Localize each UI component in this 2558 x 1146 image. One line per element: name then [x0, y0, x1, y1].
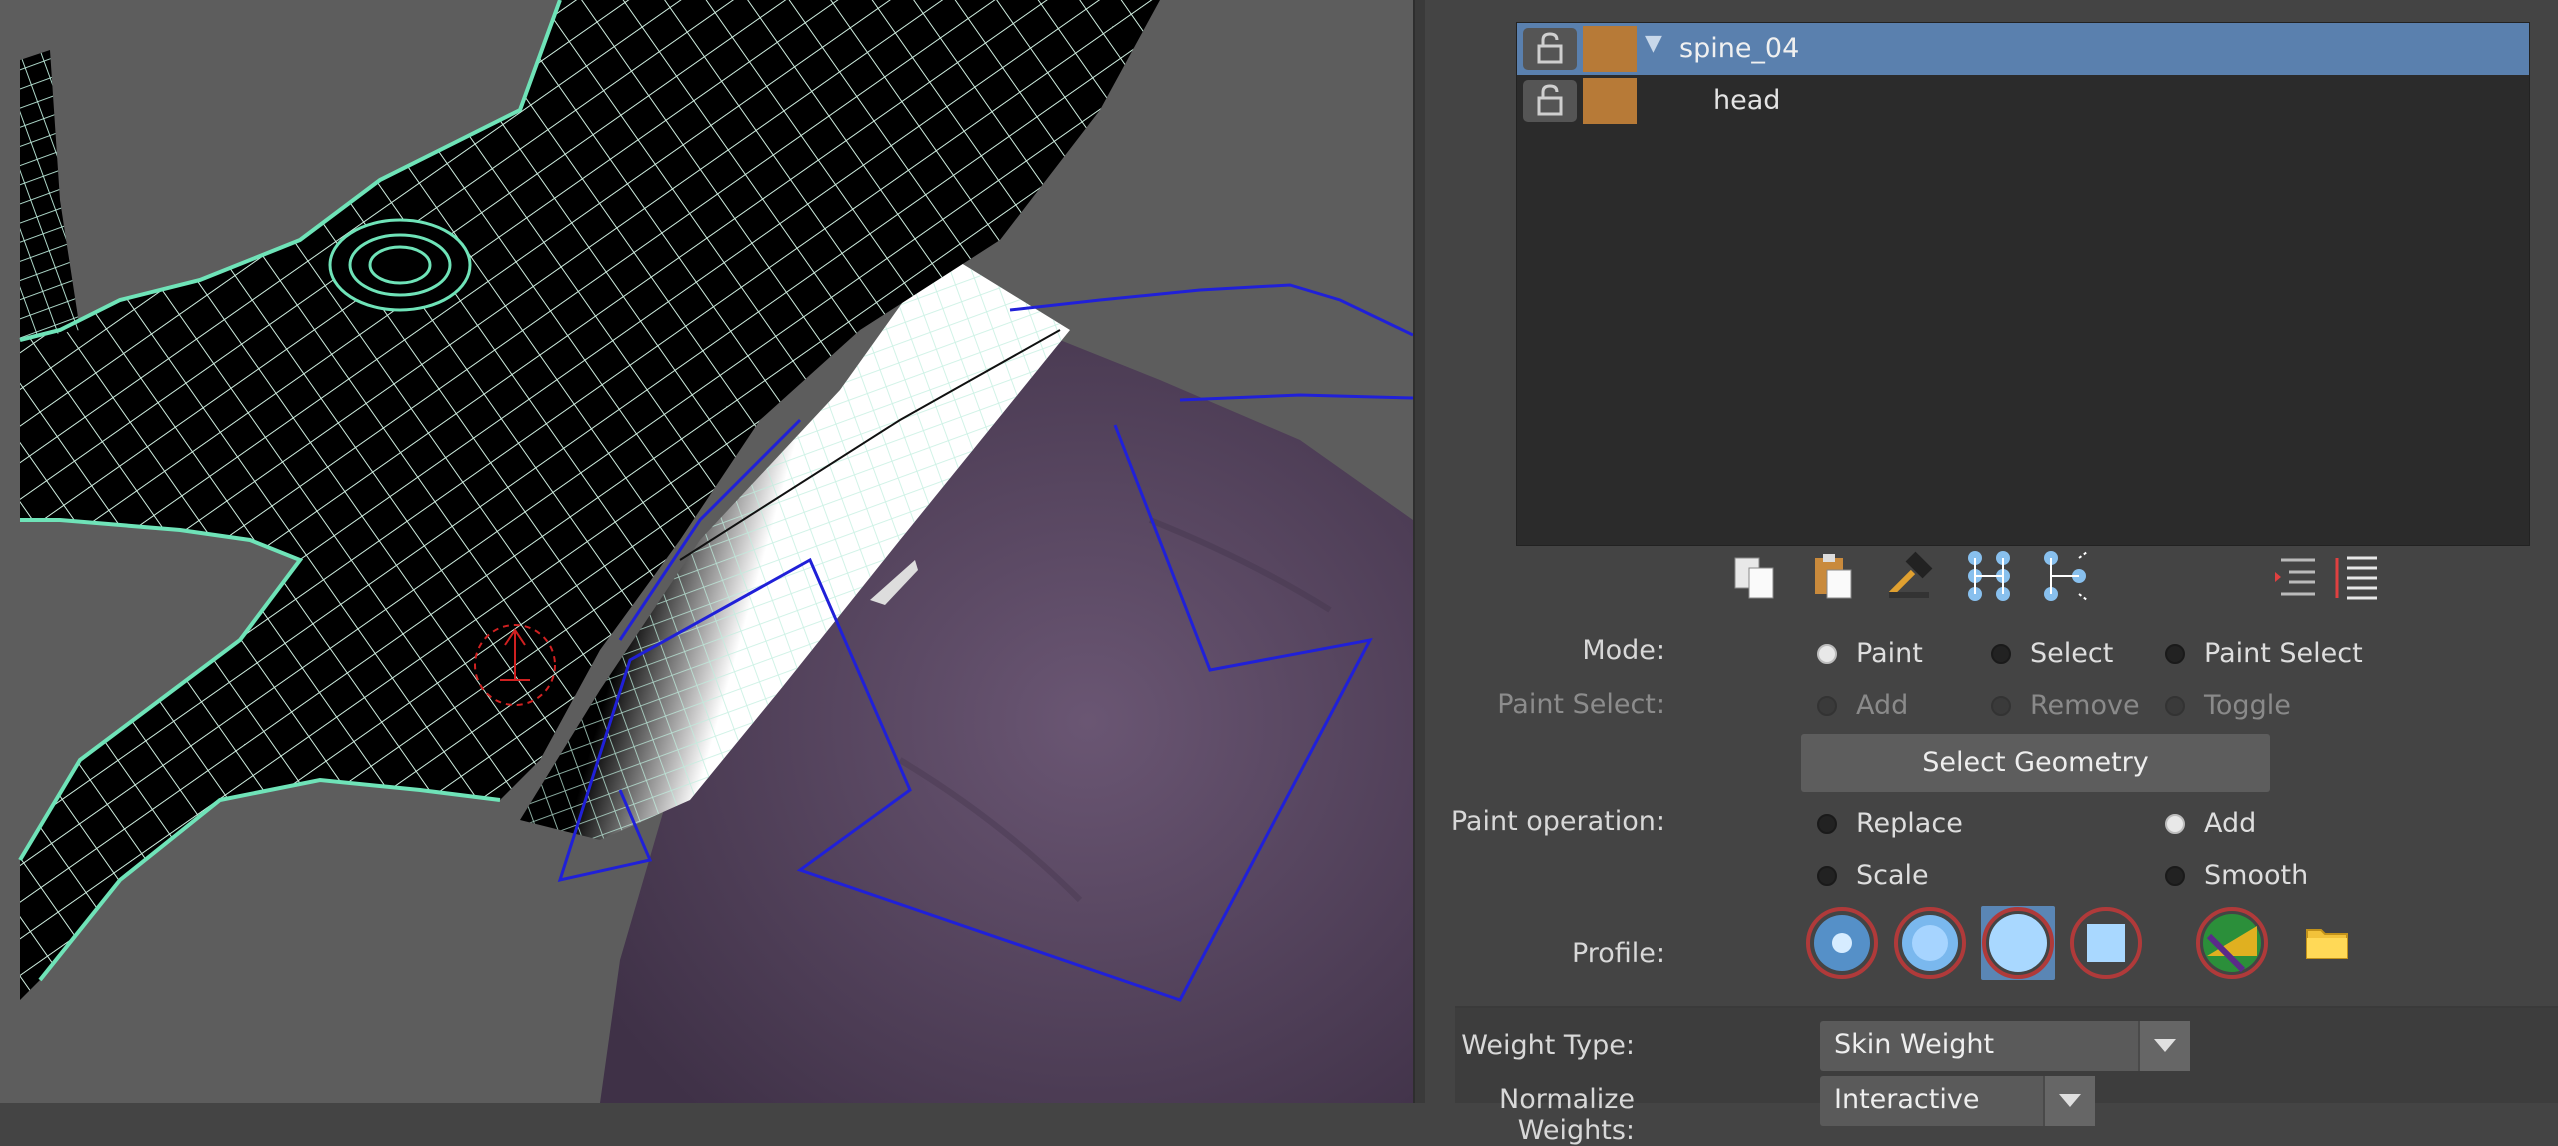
normalize-weights-dropdown[interactable]: Interactive	[1820, 1076, 2095, 1126]
square-brush-icon[interactable]	[2069, 906, 2143, 980]
collapse-all-icon[interactable]	[2267, 548, 2323, 604]
paint-select-toggle-label[interactable]: Toggle	[2204, 690, 2291, 721]
folder-icon[interactable]	[2289, 906, 2363, 980]
mode-select-label[interactable]: Select	[2030, 638, 2113, 669]
profile-label: Profile:	[1571, 938, 1665, 969]
normalize-weights-label: Normalize Weights:	[1499, 1084, 1635, 1146]
operation-scale-label[interactable]: Scale	[1856, 860, 1929, 891]
chevron-down-icon[interactable]	[2138, 1021, 2190, 1071]
paint-select-add-label[interactable]: Add	[1856, 690, 1908, 721]
lock-icon[interactable]	[1523, 28, 1577, 70]
influence-toolbar	[1425, 548, 2558, 608]
paint-select-add-radio[interactable]	[1817, 696, 1837, 716]
move-weights-icon[interactable]	[1961, 548, 2017, 604]
influence-label: spine_04	[1679, 33, 1800, 64]
mode-paint-select-radio[interactable]	[2165, 644, 2185, 664]
gaussian-brush-icon[interactable]	[1805, 906, 1879, 980]
solid-brush-icon[interactable]	[1981, 906, 2055, 980]
image-brush-icon[interactable]	[2195, 906, 2269, 980]
operation-replace-label[interactable]: Replace	[1856, 808, 1963, 839]
mode-paint-radio[interactable]	[1817, 644, 1837, 664]
paint-select-remove-radio[interactable]	[1991, 696, 2011, 716]
influence-row[interactable]: head	[1517, 75, 2529, 127]
influence-label: head	[1713, 85, 1781, 116]
operation-scale-radio[interactable]	[1817, 866, 1837, 886]
paint-select-remove-label[interactable]: Remove	[2030, 690, 2140, 721]
lock-icon[interactable]	[1523, 80, 1577, 122]
operation-smooth-radio[interactable]	[2165, 866, 2185, 886]
operation-add-label[interactable]: Add	[2204, 808, 2256, 839]
influence-row[interactable]: ▼ spine_04	[1517, 23, 2529, 75]
expand-all-icon[interactable]	[2329, 548, 2385, 604]
paint-operation-label: Paint operation:	[1450, 806, 1665, 837]
select-geometry-button[interactable]: Select Geometry	[1801, 734, 2270, 792]
mode-label: Mode:	[1582, 635, 1665, 666]
soft-brush-icon[interactable]	[1893, 906, 1967, 980]
viewport-3d[interactable]	[0, 0, 1413, 1103]
paint-select-toggle-radio[interactable]	[2165, 696, 2185, 716]
influence-color-swatch[interactable]	[1583, 26, 1637, 72]
chevron-down-icon[interactable]	[2043, 1076, 2095, 1126]
copy-weights-icon[interactable]	[1727, 548, 1783, 604]
expand-arrow-icon[interactable]: ▼	[1645, 31, 1662, 56]
influence-color-swatch[interactable]	[1583, 78, 1637, 124]
paint-skin-weights-panel: ▼ spine_04 head Mode: Paint Select Paint…	[1425, 0, 2558, 1146]
hammer-weights-icon[interactable]	[1883, 548, 1939, 604]
weight-type-value: Skin Weight	[1834, 1029, 1995, 1060]
paste-weights-icon[interactable]	[1805, 548, 1861, 604]
mode-paint-select-label[interactable]: Paint Select	[2204, 638, 2363, 669]
character-mesh-render	[18, 0, 1413, 1103]
influence-list[interactable]: ▼ spine_04 head	[1516, 22, 2530, 546]
mode-paint-label[interactable]: Paint	[1856, 638, 1923, 669]
normalize-weights-value: Interactive	[1834, 1084, 1980, 1115]
operation-smooth-label[interactable]: Smooth	[2204, 860, 2308, 891]
mode-select-radio[interactable]	[1991, 644, 2011, 664]
weight-type-label: Weight Type:	[1461, 1030, 1635, 1061]
show-influences-icon[interactable]	[2039, 548, 2095, 604]
weight-type-dropdown[interactable]: Skin Weight	[1820, 1021, 2190, 1071]
operation-add-radio[interactable]	[2165, 814, 2185, 834]
paint-select-label: Paint Select:	[1497, 689, 1665, 720]
operation-replace-radio[interactable]	[1817, 814, 1837, 834]
